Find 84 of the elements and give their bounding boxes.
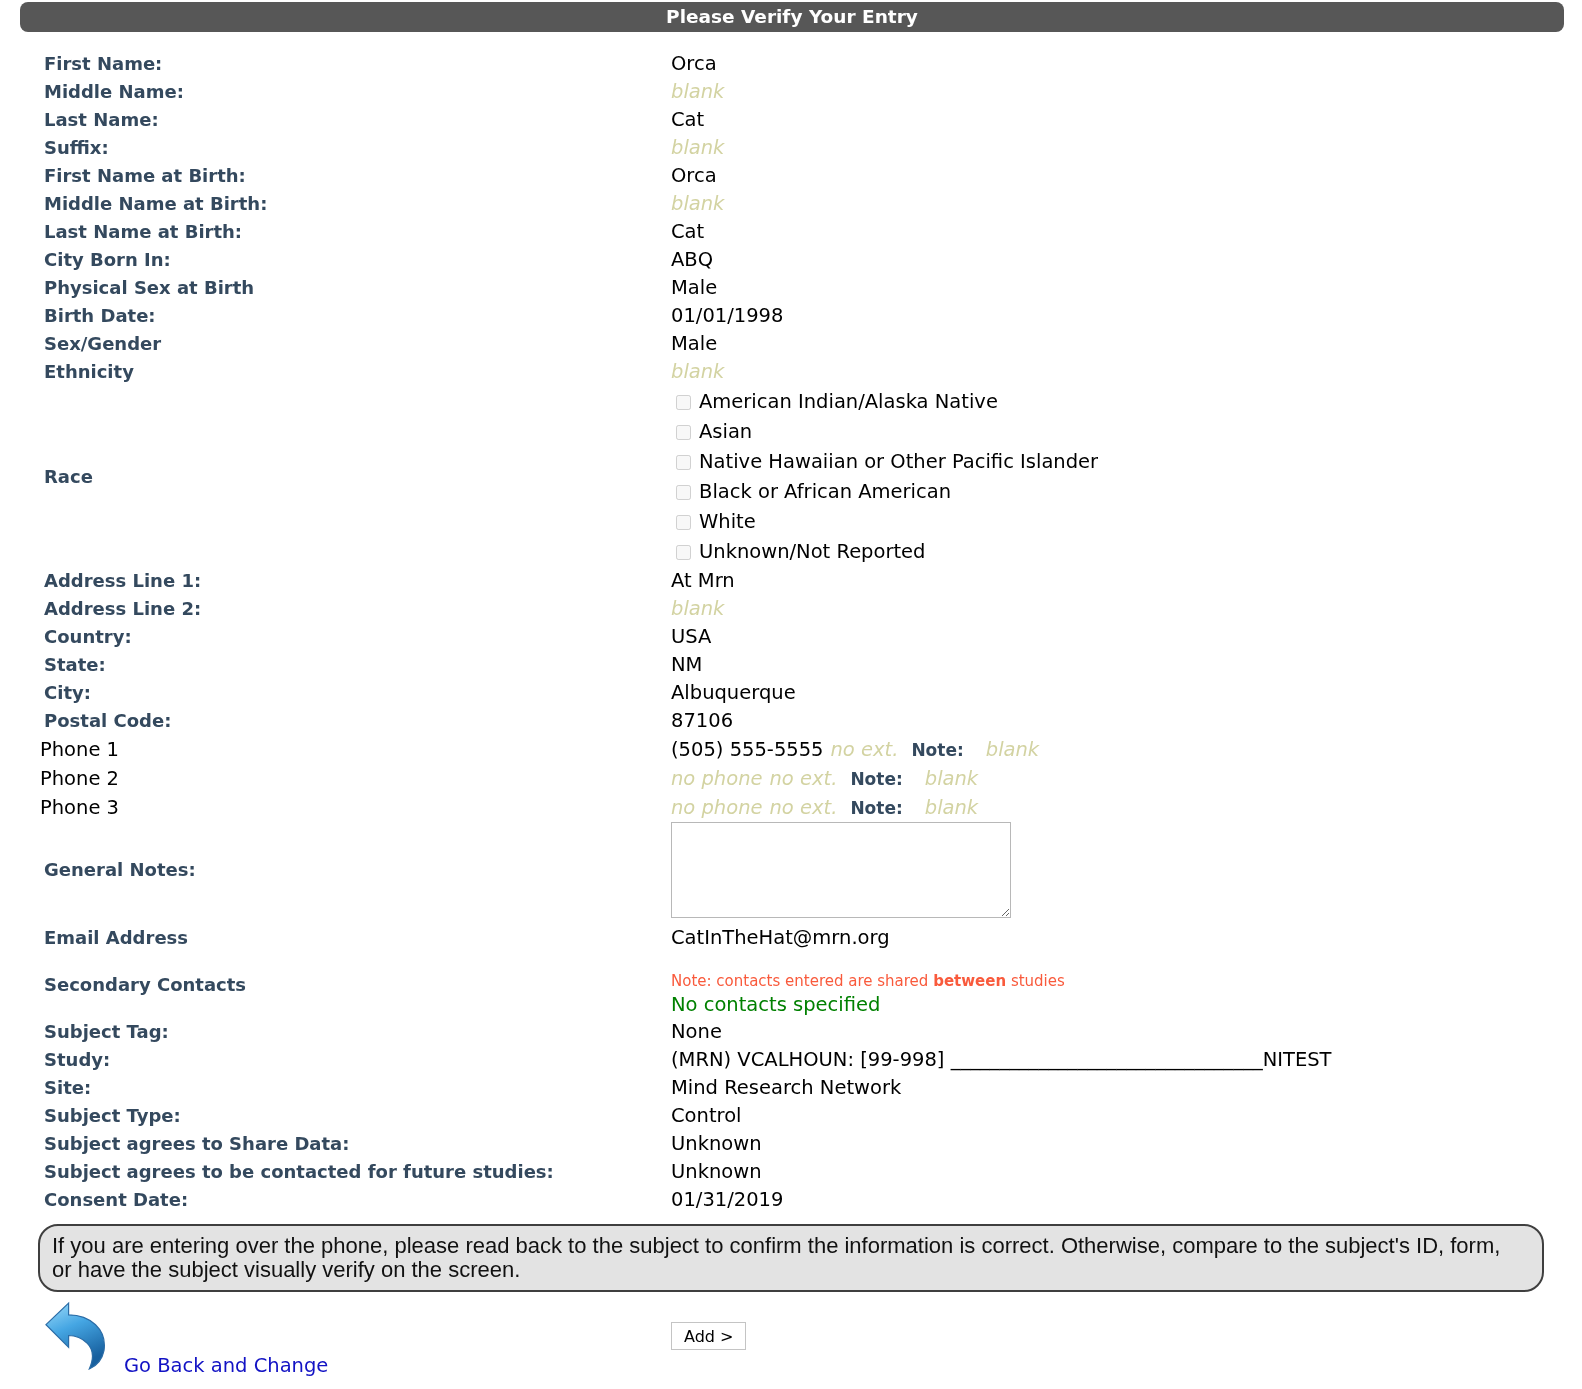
field-label: Consent Date: bbox=[44, 1188, 189, 1212]
note-label: Note: bbox=[850, 796, 903, 820]
field-value: blank bbox=[671, 191, 725, 217]
field-label: Birth Date: bbox=[44, 304, 156, 328]
field-label: Last Name at Birth: bbox=[44, 220, 243, 244]
field-label: Postal Code: bbox=[44, 709, 172, 733]
field-label: First Name at Birth: bbox=[44, 164, 246, 188]
instructions-box: If you are entering over the phone, please read back to the subject to confirm the information is correct. Otherwise, compare to the subject's ID, form, or have the subject visually verify on the screen. bbox=[38, 1224, 1544, 1292]
field-value: Orca bbox=[671, 163, 717, 189]
field-value: 01/01/1998 bbox=[671, 303, 784, 329]
field-label: Subject agrees to Share Data: bbox=[44, 1132, 350, 1156]
field-label: Subject agrees to be contacted for future studies: bbox=[44, 1160, 554, 1184]
note-label: Note: bbox=[850, 767, 903, 791]
note-value: blank bbox=[924, 794, 979, 821]
field-value: blank bbox=[671, 359, 725, 385]
field-value: blank bbox=[671, 135, 725, 161]
field-value: Cat bbox=[671, 219, 705, 245]
phone-label: Phone 3 bbox=[40, 794, 119, 821]
contacts-status: No contacts specified bbox=[671, 992, 881, 1018]
field-value: (MRN) VCALHOUN: [99-998] ________________________________NITEST bbox=[671, 1047, 1332, 1073]
note-label: Note: bbox=[911, 738, 964, 762]
race-option-label: Unknown/Not Reported bbox=[699, 539, 926, 565]
phone-label: Phone 1 bbox=[40, 736, 119, 763]
race-option-label: Black or African American bbox=[699, 479, 952, 505]
field-label: City: bbox=[44, 681, 91, 705]
field-label: Address Line 2: bbox=[44, 597, 202, 621]
field-label: Ethnicity bbox=[44, 360, 134, 384]
field-label: City Born In: bbox=[44, 248, 171, 272]
race-option-label: Native Hawaiian or Other Pacific Islander bbox=[699, 449, 1099, 475]
race-option-label: American Indian/Alaska Native bbox=[699, 389, 998, 415]
field-value: blank bbox=[671, 596, 725, 622]
add-button[interactable]: Add > bbox=[671, 1322, 747, 1350]
field-value: 87106 bbox=[671, 708, 734, 734]
field-label: Site: bbox=[44, 1076, 92, 1100]
field-label: Sex/Gender bbox=[44, 332, 162, 356]
phone-number: no phone bbox=[671, 765, 763, 792]
contacts-note: Note: contacts entered are shared between studies bbox=[671, 971, 1065, 992]
field-value: Orca bbox=[671, 51, 717, 77]
field-label: Middle Name at Birth: bbox=[44, 192, 268, 216]
field-label: First Name: bbox=[44, 52, 163, 76]
field-label: Physical Sex at Birth bbox=[44, 276, 255, 300]
field-label: Subject Tag: bbox=[44, 1020, 169, 1044]
field-value: None bbox=[671, 1019, 722, 1045]
field-value: At Mrn bbox=[671, 568, 735, 594]
field-value: blank bbox=[671, 79, 725, 105]
field-label: Email Address bbox=[44, 926, 189, 950]
field-value: USA bbox=[671, 624, 712, 650]
field-label: Race bbox=[44, 465, 93, 489]
note-value: blank bbox=[924, 765, 979, 792]
field-label: Last Name: bbox=[44, 108, 159, 132]
go-back-link[interactable]: Go Back and Change bbox=[124, 1354, 329, 1378]
field-value: Mind Research Network bbox=[671, 1075, 902, 1101]
phone-extension: no ext. bbox=[830, 736, 899, 763]
notes-field[interactable] bbox=[671, 822, 1011, 918]
field-value: CatInTheHat@mrn.org bbox=[671, 925, 890, 951]
field-value: Male bbox=[671, 331, 718, 357]
note-value: blank bbox=[985, 736, 1040, 763]
field-label: State: bbox=[44, 653, 106, 677]
field-value: Control bbox=[671, 1103, 742, 1129]
phone-label: Phone 2 bbox=[40, 765, 119, 792]
race-option-label: Asian bbox=[699, 419, 753, 445]
field-value: Cat bbox=[671, 107, 705, 133]
field-value: 01/31/2019 bbox=[671, 1187, 784, 1213]
field-label: General Notes: bbox=[44, 858, 196, 882]
phone-number: (505) 555-5555 bbox=[671, 736, 824, 763]
field-label: Subject Type: bbox=[44, 1104, 181, 1128]
title-bar: Please Verify Your Entry bbox=[20, 2, 1564, 32]
back-arrow-icon[interactable] bbox=[44, 1301, 107, 1370]
phone-extension: no ext. bbox=[769, 794, 838, 821]
field-value: Male bbox=[671, 275, 718, 301]
field-value: ABQ bbox=[671, 247, 714, 273]
field-label: Address Line 1: bbox=[44, 569, 202, 593]
field-label: Suffix: bbox=[44, 136, 109, 160]
field-label: Country: bbox=[44, 625, 132, 649]
race-option-label: White bbox=[699, 509, 756, 535]
phone-number: no phone bbox=[671, 794, 763, 821]
field-label: Secondary Contacts bbox=[44, 973, 247, 997]
field-label: Study: bbox=[44, 1048, 111, 1072]
field-value: Unknown bbox=[671, 1159, 762, 1185]
field-value: Albuquerque bbox=[671, 680, 796, 706]
phone-extension: no ext. bbox=[769, 765, 838, 792]
field-value: NM bbox=[671, 652, 703, 678]
field-value: Unknown bbox=[671, 1131, 762, 1157]
field-label: Middle Name: bbox=[44, 80, 184, 104]
